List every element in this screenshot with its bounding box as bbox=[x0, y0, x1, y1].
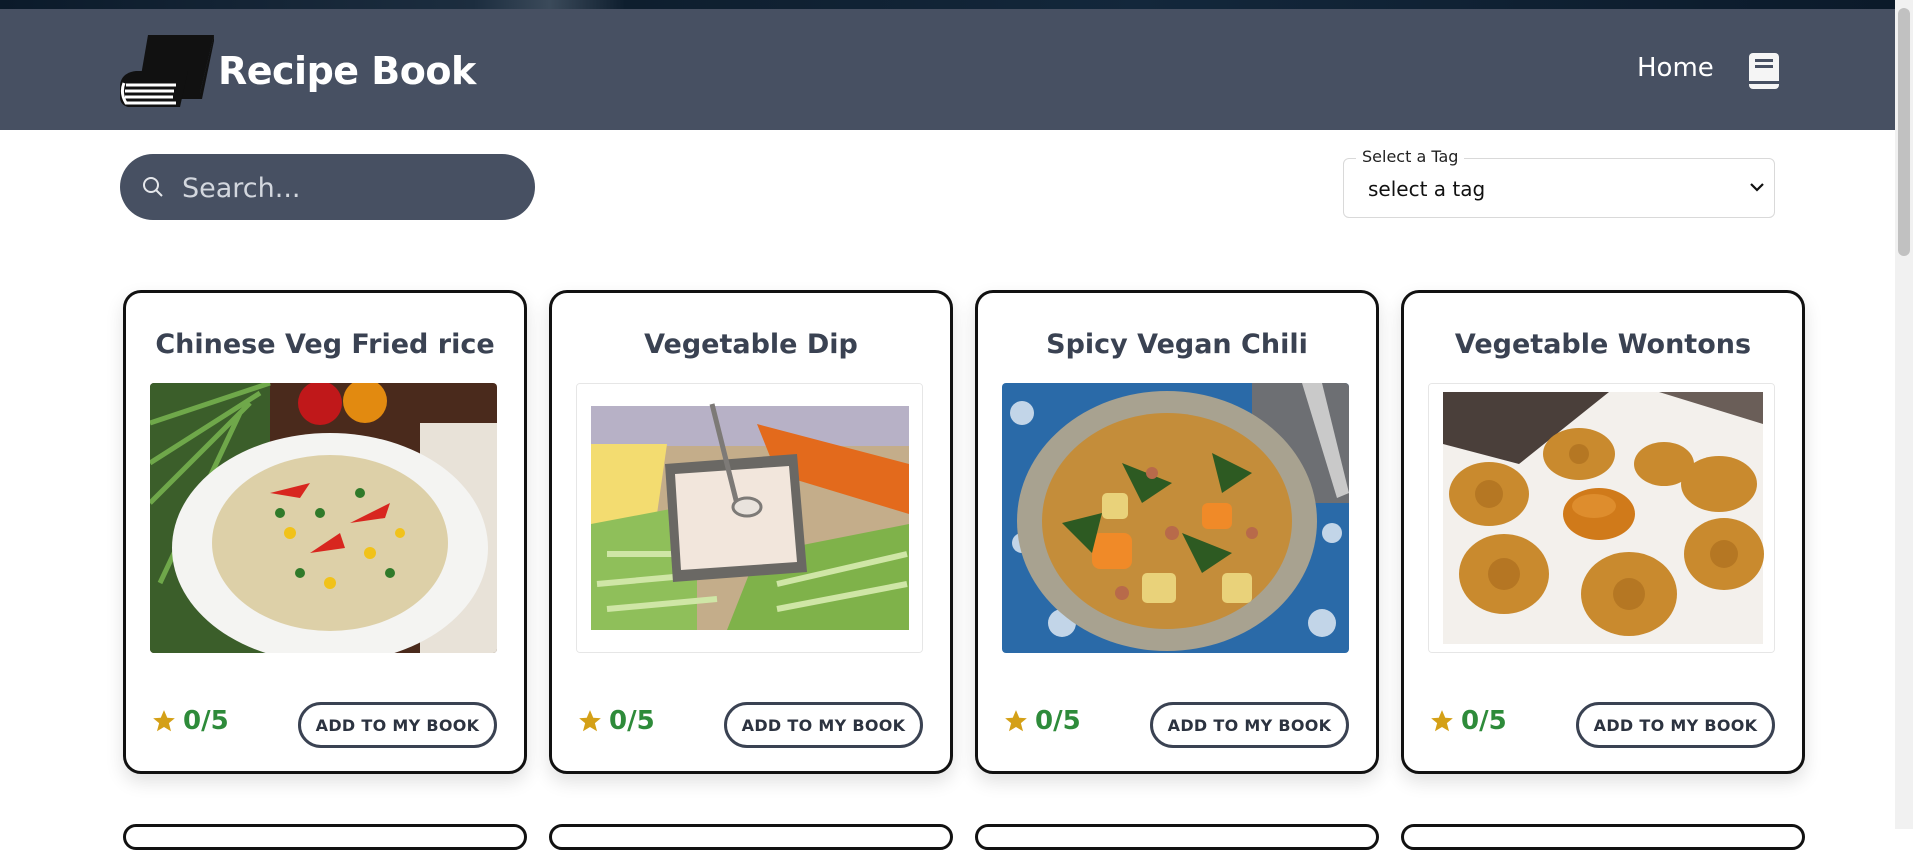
recipe-card-partial[interactable] bbox=[1401, 824, 1805, 850]
chevron-down-icon bbox=[1750, 183, 1764, 192]
recipe-card[interactable]: Vegetable Wontons 0/5 ADD TO MY BOOK bbox=[1401, 290, 1805, 774]
recipe-image bbox=[150, 383, 497, 653]
brand-title: Recipe Book bbox=[218, 49, 476, 93]
tag-select-value: select a tag bbox=[1368, 177, 1486, 201]
star-icon bbox=[1431, 710, 1453, 732]
search-input[interactable] bbox=[180, 164, 514, 212]
recipe-image bbox=[576, 383, 923, 653]
recipe-title: Vegetable Dip bbox=[644, 329, 858, 360]
recipe-image bbox=[1002, 383, 1349, 653]
recipe-card-partial[interactable] bbox=[549, 824, 953, 850]
search-icon bbox=[143, 177, 163, 197]
recipe-rating: 0/5 bbox=[1003, 706, 1081, 736]
rating-value: 0/5 bbox=[1035, 706, 1081, 736]
scrollbar-thumb[interactable] bbox=[1898, 8, 1910, 256]
recipe-title: Chinese Veg Fried rice bbox=[155, 329, 495, 360]
search-bar bbox=[120, 154, 535, 220]
top-banner-strip bbox=[0, 0, 1895, 9]
recipe-title: Vegetable Wontons bbox=[1454, 329, 1752, 360]
tag-select-label: Select a Tag bbox=[1356, 147, 1465, 166]
navbar: Recipe Book Home bbox=[0, 9, 1895, 130]
book-icon[interactable] bbox=[1747, 51, 1781, 91]
add-to-my-book-button[interactable]: ADD TO MY BOOK bbox=[1576, 702, 1775, 748]
add-to-my-book-button[interactable]: ADD TO MY BOOK bbox=[1150, 702, 1349, 748]
recipe-card[interactable]: Spicy Vegan Chili 0/5 ADD TO MY BOOK bbox=[975, 290, 1379, 774]
add-to-my-book-button[interactable]: ADD TO MY BOOK bbox=[724, 702, 923, 748]
rating-value: 0/5 bbox=[609, 706, 655, 736]
star-icon bbox=[153, 710, 175, 732]
star-icon bbox=[1005, 710, 1027, 732]
recipe-card-partial[interactable] bbox=[123, 824, 527, 850]
recipe-card-partial[interactable] bbox=[975, 824, 1379, 850]
brand[interactable]: Recipe Book bbox=[118, 33, 476, 109]
recipe-rating: 0/5 bbox=[1429, 706, 1507, 736]
nav-home-link[interactable]: Home bbox=[1637, 53, 1714, 83]
rating-value: 0/5 bbox=[183, 706, 229, 736]
recipe-rating: 0/5 bbox=[577, 706, 655, 736]
recipe-card[interactable]: Chinese Veg Fried rice 0/5 ADD TO MY BOO… bbox=[123, 290, 527, 774]
recipe-title: Spicy Vegan Chili bbox=[1046, 329, 1308, 360]
recipe-image bbox=[1428, 383, 1775, 653]
book-logo-icon bbox=[120, 35, 214, 107]
recipe-rating: 0/5 bbox=[151, 706, 229, 736]
rating-value: 0/5 bbox=[1461, 706, 1507, 736]
star-icon bbox=[579, 710, 601, 732]
tag-select[interactable]: Select a Tag select a tag bbox=[1343, 147, 1775, 218]
recipe-card[interactable]: Vegetable Dip 0/5 ADD TO MY BOOK bbox=[549, 290, 953, 774]
add-to-my-book-button[interactable]: ADD TO MY BOOK bbox=[298, 702, 497, 748]
